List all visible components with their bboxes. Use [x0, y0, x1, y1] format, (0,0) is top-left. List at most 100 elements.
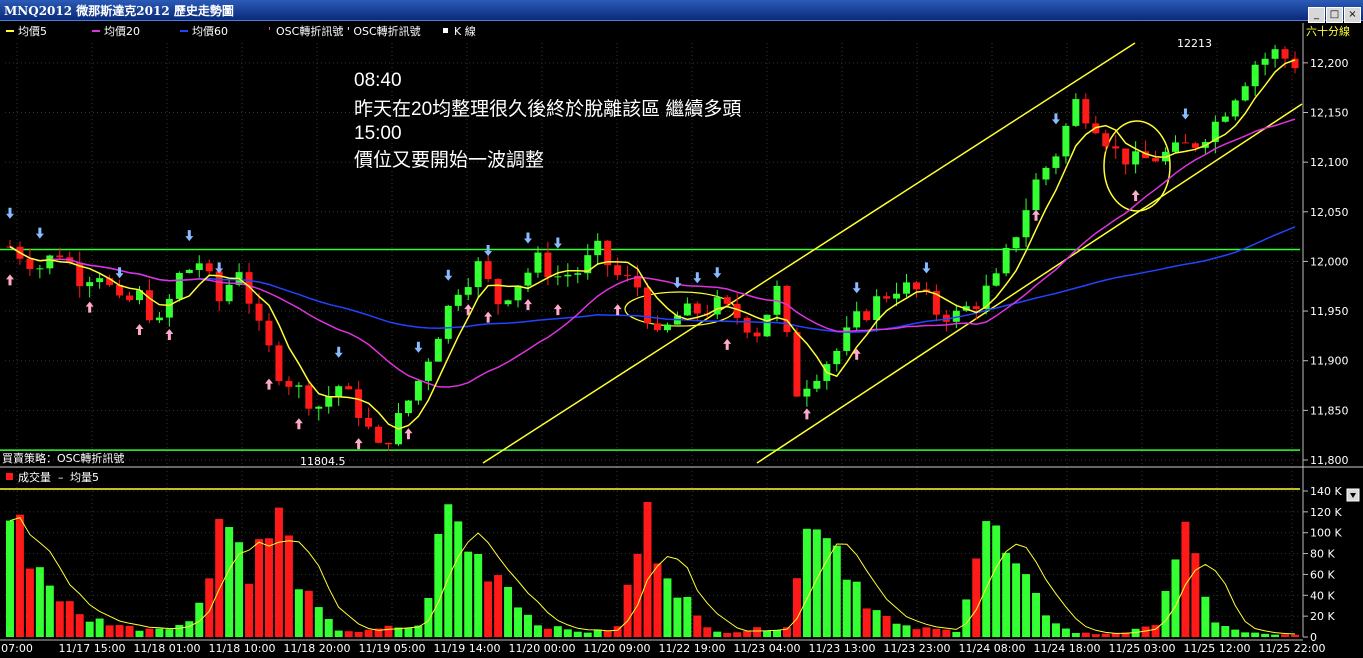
candle-body — [275, 345, 283, 382]
low-price-label: 11804.5 — [300, 455, 346, 468]
candle-body — [1231, 100, 1239, 117]
volume-bar — [832, 545, 841, 637]
candle-body — [693, 303, 701, 314]
candle-body — [1052, 156, 1060, 168]
sell-signal-arrow — [523, 232, 532, 244]
candle-body — [524, 272, 532, 286]
volume-bar — [344, 631, 353, 637]
lower-trend-line — [756, 103, 1303, 464]
candle-body — [185, 269, 193, 273]
candle-body — [1221, 116, 1229, 122]
price-legend: 均價5 均價20 均價60 ' OSC轉折訊號 ' OSC轉折訊號 K 線 六十… — [6, 24, 1350, 38]
kline-legend-swatch — [443, 28, 448, 33]
price-tick-label: 11,850 — [1310, 404, 1349, 417]
volume-bar — [494, 575, 503, 637]
volume-bar — [95, 618, 104, 637]
sell-signal-arrow — [1051, 113, 1060, 125]
sell-signal-arrow — [5, 207, 14, 219]
sell-signal-arrow — [922, 262, 931, 274]
volume-bar — [802, 528, 811, 637]
candle-body — [375, 426, 383, 443]
candle-body — [813, 380, 821, 389]
candle-body — [833, 350, 841, 365]
time-tick-label: 11/24 08:00 — [959, 642, 1026, 655]
candle-body — [46, 255, 54, 269]
price-tick-label: 12,000 — [1310, 255, 1349, 268]
volume-bar — [563, 629, 572, 637]
volume-bar — [1041, 615, 1050, 637]
buy-signal-arrow — [404, 428, 413, 440]
volume-bar — [882, 615, 891, 637]
volume-bar — [922, 627, 931, 637]
volume-bar — [464, 551, 473, 637]
candle-body — [424, 361, 432, 381]
annotation-time-2: 15:00 — [354, 123, 402, 144]
candle-body — [1261, 58, 1269, 65]
price-tick-label: 12,050 — [1310, 206, 1349, 219]
volume-bar — [324, 618, 333, 637]
volume-bar — [583, 632, 592, 637]
volume-bar — [753, 627, 762, 637]
volume-bar — [1051, 623, 1060, 637]
volume-bar — [822, 538, 831, 637]
volume-bar — [1221, 626, 1230, 637]
candle-body — [504, 300, 512, 305]
time-axis: 07:00 11/17 15:00 11/18 01:00 11/18 10:00 11… — [0, 639, 1325, 655]
volume-bar — [932, 629, 941, 637]
candle-body — [444, 305, 452, 339]
volume-bar — [773, 630, 782, 637]
volume-bar — [514, 607, 523, 637]
candle-body — [335, 386, 343, 397]
volume-bar — [5, 520, 14, 637]
volume-bar — [45, 585, 54, 637]
volume-bar — [533, 625, 542, 637]
candle-body — [992, 273, 1000, 286]
volume-bar — [304, 590, 313, 637]
candle-body — [36, 268, 44, 270]
volume-bar — [812, 529, 821, 637]
candle-body — [972, 306, 980, 309]
candle-body — [1152, 158, 1160, 162]
volume-bar — [245, 583, 254, 637]
candle-body — [245, 272, 253, 304]
ma20-legend-label: 均價20 — [104, 24, 140, 38]
candle-body — [873, 296, 881, 321]
volume-legend: 成交量 – 均量5 — [6, 470, 99, 484]
volume-tick-label: 100 K — [1310, 527, 1342, 540]
volume-bar — [424, 597, 433, 637]
volume-tick-label: 60 K — [1310, 568, 1335, 581]
candle-body — [1012, 237, 1020, 248]
volume-bar — [593, 629, 602, 637]
candle-body — [26, 258, 34, 269]
sell-signal-arrow — [185, 230, 194, 242]
candle-body — [1281, 49, 1289, 59]
volume-bar — [284, 535, 293, 637]
volume-bar — [1022, 574, 1031, 637]
candle-body — [912, 282, 920, 290]
buy-signal-arrow — [135, 323, 144, 335]
time-tick-label: 11/23 13:00 — [809, 642, 876, 655]
candle-body — [365, 417, 373, 427]
buy-signal-arrow — [354, 438, 363, 450]
volume-bar — [683, 596, 692, 637]
candle-body — [863, 311, 871, 321]
volume-bar — [474, 553, 483, 637]
candle-body — [893, 293, 901, 299]
buy-signal-arrow — [165, 328, 174, 340]
sell-signal-arrow — [693, 272, 702, 284]
volume-bars — [5, 501, 1300, 637]
volume-bar — [314, 607, 323, 637]
volume-bar — [105, 625, 114, 637]
volume-bar — [215, 518, 224, 637]
volume-bar — [145, 628, 154, 637]
candle-body — [1022, 210, 1030, 238]
volume-bar — [523, 614, 532, 637]
candle-body — [126, 295, 134, 301]
volume-bar — [663, 578, 672, 637]
candle-body — [484, 261, 492, 280]
candle-body — [305, 385, 313, 409]
osc-signal-arrows — [5, 108, 1190, 450]
candle-body — [56, 255, 64, 258]
volume-bar — [334, 630, 343, 637]
volume-scroll-control[interactable] — [1346, 488, 1360, 502]
